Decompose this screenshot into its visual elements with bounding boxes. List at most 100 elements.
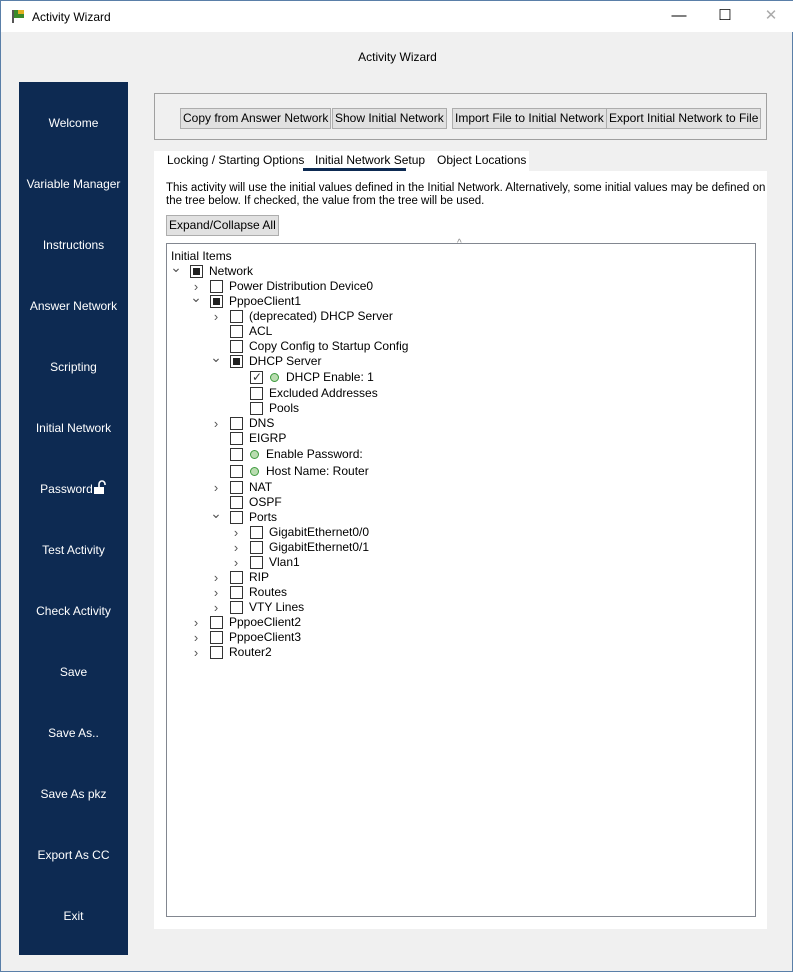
tree-item-label: Network [209, 264, 254, 278]
chevron-right-icon[interactable]: › [230, 555, 242, 570]
sidebar-item-instructions[interactable]: Instructions [19, 230, 128, 260]
tree-item-label: GigabitEthernet0/0 [269, 525, 370, 539]
expand-collapse-all-button[interactable]: Expand/Collapse All [166, 215, 279, 236]
sidebar-item-variable-manager[interactable]: Variable Manager [19, 169, 128, 199]
tree-item-label: Pools [269, 401, 300, 415]
description-text: This activity will use the initial value… [166, 182, 766, 207]
checkbox[interactable] [230, 511, 243, 524]
tree-item-label: ACL [249, 324, 273, 338]
sidebar-item-label: Export As CC [37, 848, 110, 862]
maximize-button[interactable]: ☐ [702, 5, 748, 27]
tree-item-label: DHCP Enable: 1 [286, 370, 374, 384]
checkbox[interactable] [230, 601, 243, 614]
sidebar-item-test-activity[interactable]: Test Activity [19, 535, 128, 565]
sidebar-item-label: Instructions [42, 238, 105, 252]
tree-item-label: NAT [249, 480, 273, 494]
sidebar: Welcome Variable Manager Instructions Answe… [19, 82, 128, 955]
checkbox[interactable] [250, 387, 263, 400]
toolbar: Copy from Answer Network Show Initial Ne… [154, 93, 767, 140]
chevron-right-icon[interactable]: › [210, 585, 222, 600]
checkbox[interactable] [230, 355, 243, 368]
checkbox[interactable] [230, 496, 243, 509]
checkbox[interactable] [230, 571, 243, 584]
sidebar-item-save-as[interactable]: Save As.. [19, 718, 128, 748]
checkbox[interactable] [250, 526, 263, 539]
tab-locking-starting-options[interactable]: Locking / Starting Options [167, 153, 304, 167]
tree-item-label: PppoeClient2 [229, 615, 302, 629]
tree-item-label: GigabitEthernet0/1 [269, 540, 370, 554]
tab-object-locations[interactable]: Object Locations [437, 153, 526, 167]
chevron-right-icon[interactable]: › [210, 570, 222, 585]
chevron-right-icon[interactable]: › [190, 630, 202, 645]
tree-item-label: EIGRP [249, 431, 287, 445]
checkbox[interactable] [210, 295, 223, 308]
sidebar-item-label: Test Activity [42, 543, 105, 557]
checkbox[interactable] [230, 586, 243, 599]
window-title: Activity Wizard [32, 10, 111, 24]
import-file-button[interactable]: Import File to Initial Network [452, 108, 607, 129]
checkbox[interactable] [210, 631, 223, 644]
tree-item-label: OSPF [249, 495, 282, 509]
chevron-right-icon[interactable]: › [210, 480, 222, 495]
chevron-down-icon[interactable]: ⌄ [170, 260, 182, 275]
sidebar-item-check-activity[interactable]: Check Activity [19, 596, 128, 626]
status-dot-icon [250, 467, 259, 476]
sidebar-item-password[interactable]: Password [19, 474, 128, 504]
checkbox[interactable] [230, 481, 243, 494]
checkbox[interactable] [210, 616, 223, 629]
sidebar-item-label: Exit [63, 909, 84, 923]
checkbox[interactable] [210, 280, 223, 293]
chevron-right-icon[interactable]: › [190, 645, 202, 660]
checkbox[interactable] [230, 340, 243, 353]
checkbox[interactable] [230, 325, 243, 338]
tree-item-label: RIP [249, 570, 270, 584]
sidebar-item-label: Variable Manager [26, 177, 121, 191]
tree-item-label: Excluded Addresses [269, 386, 378, 400]
checkbox[interactable] [190, 265, 203, 278]
checkbox[interactable] [250, 402, 263, 415]
chevron-down-icon[interactable]: ⌄ [210, 506, 222, 521]
chevron-down-icon[interactable]: ⌄ [210, 350, 222, 365]
sidebar-item-welcome[interactable]: Welcome [19, 108, 128, 138]
checkbox[interactable] [210, 646, 223, 659]
close-button[interactable]: ✕ [748, 5, 793, 27]
tree-item-label: Router2 [229, 645, 272, 659]
checkbox[interactable] [250, 369, 263, 386]
checkbox[interactable] [230, 432, 243, 445]
sidebar-item-label: Answer Network [29, 299, 118, 313]
tab-content: This activity will use the initial value… [154, 171, 767, 929]
chevron-right-icon[interactable]: › [210, 416, 222, 431]
tree-item-label: Copy Config to Startup Config [249, 339, 409, 353]
tab-initial-network-setup[interactable]: Initial Network Setup [315, 153, 425, 167]
checkbox[interactable] [250, 556, 263, 569]
sidebar-item-scripting[interactable]: Scripting [19, 352, 128, 382]
copy-from-answer-network-button[interactable]: Copy from Answer Network [180, 108, 332, 129]
sidebar-item-export-as-cc[interactable]: Export As CC [19, 840, 128, 870]
tree-item-label: Power Distribution Device0 [229, 279, 374, 293]
export-network-button[interactable]: Export Initial Network to File [606, 108, 762, 129]
sidebar-item-save-as-pkz[interactable]: Save As pkz [19, 779, 128, 809]
chevron-right-icon[interactable]: › [230, 525, 242, 540]
chevron-right-icon[interactable]: › [230, 540, 242, 555]
minimize-button[interactable]: — [656, 5, 702, 27]
sidebar-item-save[interactable]: Save [19, 657, 128, 687]
sidebar-item-exit[interactable]: Exit [19, 901, 128, 931]
checkbox[interactable] [250, 541, 263, 554]
checkbox[interactable] [230, 417, 243, 430]
chevron-down-icon[interactable]: ⌄ [190, 290, 202, 305]
chevron-right-icon[interactable]: › [190, 615, 202, 630]
initial-items-tree[interactable]: ^ Initial Items ⌄ Network › Power Distribut… [166, 238, 756, 917]
checkbox[interactable] [230, 448, 243, 461]
chevron-right-icon[interactable]: › [210, 309, 222, 324]
chevron-right-icon[interactable]: › [210, 600, 222, 615]
checkbox[interactable] [230, 310, 243, 323]
sidebar-item-initial-network[interactable]: Initial Network [19, 413, 128, 443]
tree-item-label: DNS [249, 416, 275, 430]
tree-item-label: Vlan1 [269, 555, 300, 569]
unlock-icon [93, 480, 106, 494]
status-dot-icon [270, 373, 279, 382]
tree-item-label: PppoeClient1 [229, 294, 302, 308]
checkbox[interactable] [230, 465, 243, 478]
sidebar-item-answer-network[interactable]: Answer Network [19, 291, 128, 321]
show-initial-network-button[interactable]: Show Initial Network [332, 108, 447, 129]
